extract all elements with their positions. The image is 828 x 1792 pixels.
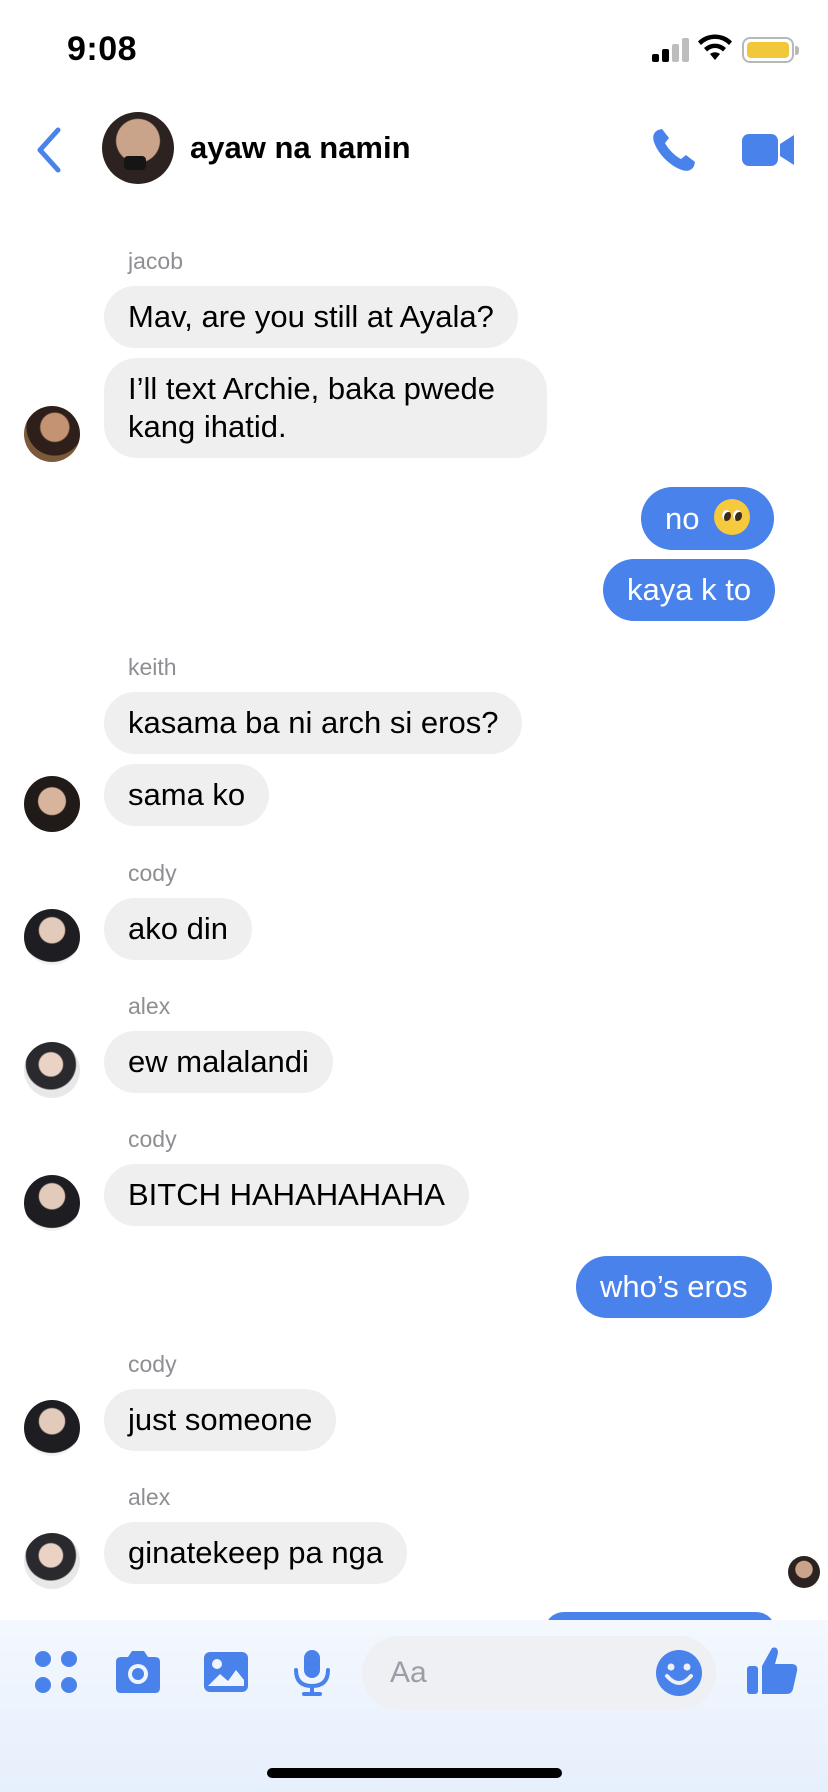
microphone-icon[interactable] [286, 1646, 338, 1698]
phone-icon[interactable] [648, 124, 700, 176]
avatar-cody[interactable] [24, 909, 80, 965]
camera-icon[interactable] [112, 1646, 164, 1698]
message-bubble[interactable]: sama ko [104, 764, 270, 826]
grid-menu-icon[interactable] [30, 1646, 82, 1698]
smiley-icon[interactable] [654, 1648, 704, 1698]
back-arrow-icon[interactable] [28, 122, 72, 178]
status-bar: 9:08 [0, 0, 828, 100]
message-bubble[interactable]: just someone [104, 1389, 337, 1451]
sender-name: cody [128, 860, 177, 886]
avatar-cody[interactable] [24, 1400, 80, 1456]
sender-name: cody [128, 1351, 177, 1377]
avatar-keith[interactable] [24, 776, 80, 832]
message-input[interactable] [390, 1654, 610, 1692]
group-avatar[interactable] [102, 112, 174, 184]
message-thread: jacob Mav, are you still at Ayala? I’ll … [0, 200, 828, 1652]
sender-name: alex [128, 993, 171, 1019]
message-bubble-outgoing[interactable]: who’s eros [576, 1256, 772, 1318]
avatar-alex[interactable] [24, 1042, 80, 1098]
home-indicator [267, 1768, 562, 1778]
message-bubble[interactable]: ako din [104, 898, 252, 960]
message-bubble[interactable]: kasama ba ni arch si eros? [104, 692, 523, 754]
message-bubble-outgoing[interactable]: kaya k to [603, 559, 776, 621]
read-receipt-avatar [788, 1556, 820, 1588]
chat-title[interactable]: ayaw na namin [190, 130, 411, 166]
message-text: no [665, 501, 700, 536]
sender-name: alex [128, 1484, 171, 1510]
composer-bar [0, 1620, 828, 1792]
battery-icon [742, 37, 799, 63]
message-bubble[interactable]: Mav, are you still at Ayala? [104, 286, 518, 348]
wifi-icon [698, 34, 732, 60]
chat-header: ayaw na namin [0, 100, 828, 200]
thumbs-up-icon[interactable] [744, 1642, 800, 1698]
battery-level [747, 42, 789, 58]
message-bubble[interactable]: BITCH HAHAHAHAHA [104, 1164, 469, 1226]
message-bubble[interactable]: ew malalandi [104, 1031, 333, 1093]
avatar-jacob[interactable] [24, 406, 80, 462]
gallery-icon[interactable] [200, 1646, 252, 1698]
sender-name: cody [128, 1126, 177, 1152]
avatar-cody[interactable] [24, 1175, 80, 1231]
cellular-signal-icon [652, 38, 692, 62]
avatar-alex[interactable] [24, 1533, 80, 1589]
video-camera-icon[interactable] [740, 128, 796, 172]
status-time: 9:08 [67, 30, 138, 68]
message-bubble-outgoing[interactable]: no [641, 487, 775, 550]
message-bubble[interactable]: ginatekeep pa nga [104, 1522, 408, 1584]
message-input-field[interactable] [362, 1636, 716, 1710]
message-bubble[interactable]: I’ll text Archie, baka pwede kang ihatid… [104, 358, 547, 458]
sender-name: jacob [128, 248, 183, 274]
sender-name: keith [128, 654, 177, 680]
pleading-face-emoji [714, 499, 751, 535]
